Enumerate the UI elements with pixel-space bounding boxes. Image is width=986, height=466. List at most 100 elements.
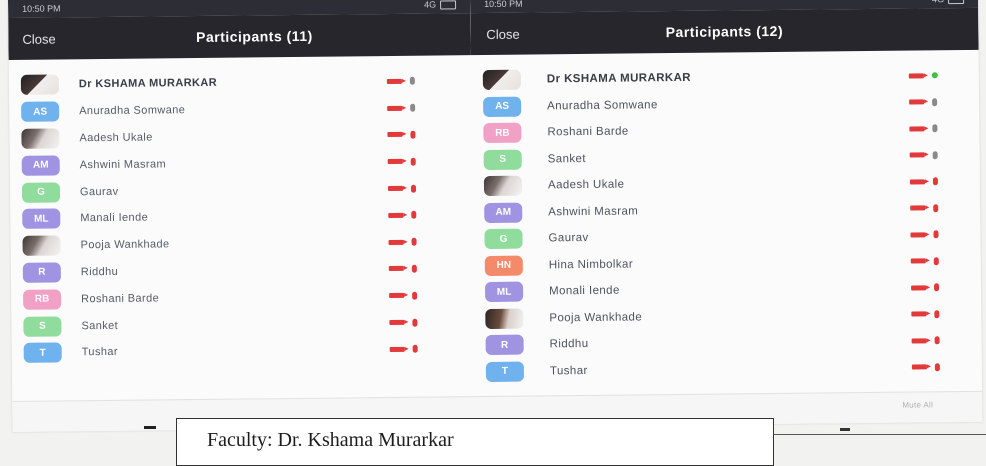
participant-row[interactable]: T Tushar (474, 353, 982, 385)
status-time: 10:50 PM (484, 0, 523, 10)
panel-header: Close Participants (12) (470, 7, 979, 56)
avatar: G (21, 182, 61, 203)
caption-box: Faculty: Dr. Kshama Murarkar (176, 418, 774, 466)
mute-all-button[interactable]: Mute All (902, 400, 933, 409)
microphone-icon (934, 363, 940, 372)
participant-row[interactable]: T Tushar (12, 335, 474, 367)
panel-title: Participants (12) (665, 22, 784, 41)
avatar: G (484, 228, 523, 250)
avatar: HN (484, 255, 523, 276)
participant-status-icons (387, 103, 416, 112)
video-camera-icon (911, 338, 927, 344)
signal-indicator: 4G (932, 0, 944, 4)
video-camera-icon (386, 78, 402, 84)
microphone-icon (933, 204, 939, 213)
participant-name: Hina Nimbolkar (548, 258, 634, 272)
panel-header: Close Participants (11) (8, 13, 471, 60)
video-camera-icon (909, 126, 925, 132)
participant-name: Ashwini Masram (79, 158, 167, 172)
caption-arrow (840, 428, 850, 431)
video-camera-icon (909, 152, 925, 158)
avatar: RB (23, 289, 62, 310)
participants-panel-left: 10:50 PM 4G Close Participants (11) Dr K… (8, 0, 474, 432)
participant-status-icons (908, 72, 938, 79)
avatar: T (485, 361, 525, 382)
participant-status-icons (387, 157, 416, 166)
video-camera-icon (910, 232, 926, 238)
avatar: AS (21, 101, 60, 123)
participant-list: Dr KSHAMA MURARKAR AS Anuradha Somwane RB Ro… (471, 62, 982, 385)
video-camera-icon (908, 73, 924, 79)
participant-status-icons (388, 211, 417, 220)
participant-name: Aadesh Ukale (547, 178, 625, 192)
participant-status-icons (387, 184, 417, 193)
caption-text: Faculty: Dr. Kshama Murarkar (207, 429, 454, 451)
caption-rule (774, 434, 986, 435)
participant-status-icons (387, 130, 416, 139)
participants-panel-right: 10:50 PM 4G Close Participants (12) Dr K… (469, 0, 982, 427)
video-camera-icon (388, 239, 404, 245)
microphone-icon (410, 184, 417, 193)
participant-name: Dr KSHAMA MURARKAR (546, 72, 692, 86)
microphone-icon (932, 124, 938, 133)
participant-status-icons (909, 151, 938, 160)
avatar: AM (21, 155, 60, 176)
participant-status-icons (911, 283, 940, 292)
participant-name: Anuradha Somwane (547, 98, 658, 113)
microphone-icon (931, 72, 938, 79)
participant-name: Riddhu (549, 338, 589, 351)
participant-name: Sanket (547, 152, 586, 166)
participant-status-icons (388, 237, 417, 246)
participant-name: Dr KSHAMA MURARKAR (78, 77, 218, 91)
participant-status-icons (909, 177, 938, 186)
avatar: R (22, 262, 61, 283)
signal-indicator: 4G (424, 0, 437, 10)
avatar: S (23, 316, 62, 337)
video-camera-icon (911, 285, 927, 291)
video-camera-icon (911, 311, 927, 317)
video-camera-icon (387, 185, 404, 192)
avatar (21, 128, 60, 149)
participant-status-icons (389, 318, 418, 327)
video-camera-icon (389, 319, 405, 326)
microphone-icon (411, 264, 417, 273)
panel-title: Participants (11) (195, 27, 313, 46)
battery-icon (947, 0, 965, 4)
microphone-icon (412, 291, 418, 300)
microphone-icon (410, 103, 416, 112)
participant-status-icons (386, 77, 415, 86)
avatar: ML (484, 281, 524, 303)
participant-name: Pooja Wankhade (549, 311, 643, 325)
participant-name: Gaurav (79, 185, 119, 198)
screenshot-photo: 10:50 PM 4G Close Participants (11) Dr K… (8, 0, 983, 432)
participant-status-icons (911, 363, 940, 372)
participant-name: Pooja Wankhade (80, 238, 170, 252)
avatar: RB (483, 122, 522, 144)
participant-status-icons (910, 204, 939, 213)
microphone-icon (411, 237, 417, 246)
video-camera-icon (389, 293, 405, 299)
participant-name: Roshani Barde (81, 292, 160, 306)
video-camera-icon (388, 266, 404, 272)
avatar (20, 74, 59, 96)
avatar: T (23, 342, 62, 364)
avatar: S (483, 149, 522, 170)
microphone-icon (410, 130, 416, 139)
video-camera-icon (387, 105, 403, 111)
video-camera-icon (910, 205, 926, 211)
participant-name: Anuradha Somwane (79, 104, 186, 118)
video-camera-icon (389, 346, 405, 352)
video-camera-icon (387, 132, 403, 138)
participant-status-icons (909, 98, 938, 107)
microphone-icon (410, 157, 416, 166)
microphone-icon (932, 177, 938, 186)
caption-dash (144, 426, 156, 429)
microphone-icon (932, 98, 938, 107)
participant-status-icons (911, 336, 940, 345)
video-camera-icon (909, 99, 925, 105)
participant-name: Tushar (81, 346, 118, 359)
participant-status-icons (389, 291, 418, 300)
avatar (22, 235, 61, 257)
microphone-icon (933, 257, 939, 266)
avatar: AM (484, 202, 523, 223)
